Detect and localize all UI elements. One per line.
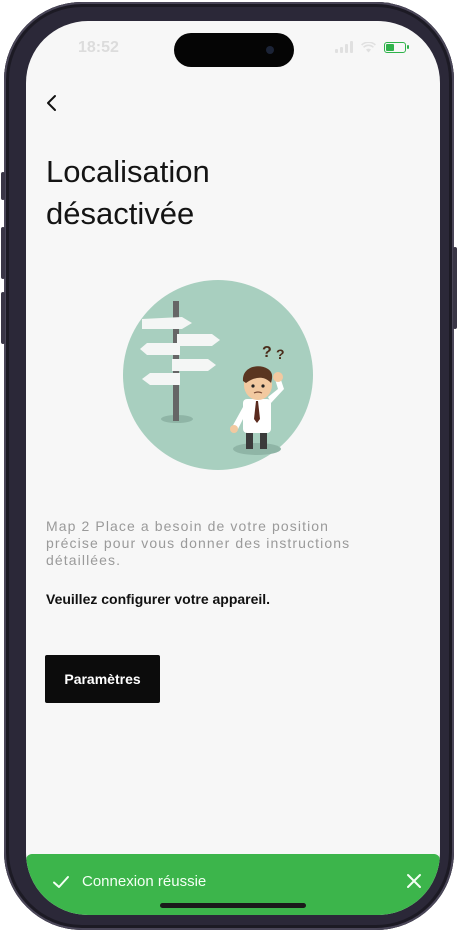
title-line-1: Localisation	[46, 154, 210, 189]
description-text: Map 2 Place a besoin de votre position p…	[46, 518, 351, 568]
wifi-icon	[361, 41, 376, 52]
side-button	[1, 172, 5, 200]
side-button	[453, 247, 457, 329]
toast-message: Connexion réussie	[82, 873, 207, 890]
dynamic-island	[174, 33, 294, 67]
close-icon[interactable]	[404, 871, 424, 891]
side-button	[1, 292, 5, 344]
svg-text:?: ?	[276, 346, 285, 362]
status-icons	[335, 41, 409, 53]
title-line-2: désactivée	[46, 196, 195, 231]
lost-person-illustration: ? ?	[123, 280, 313, 470]
phone-frame: 18:52 Localisation désactivée ? ? Map 2 …	[1, 2, 457, 930]
status-time: 18:52	[78, 39, 119, 56]
instruction-text: Veuillez configurer votre appareil.	[46, 591, 271, 607]
chevron-left-icon[interactable]	[40, 91, 64, 115]
side-button	[1, 227, 5, 279]
page-title: Localisation désactivée	[46, 151, 346, 235]
settings-button[interactable]: Paramètres	[45, 655, 160, 703]
svg-text:?: ?	[262, 344, 272, 361]
battery-icon	[384, 41, 409, 53]
screen: 18:52 Localisation désactivée ? ? Map 2 …	[26, 21, 440, 915]
signal-icon	[335, 41, 353, 53]
check-icon	[53, 876, 69, 888]
camera-dot	[266, 46, 274, 54]
home-indicator[interactable]	[160, 903, 306, 908]
